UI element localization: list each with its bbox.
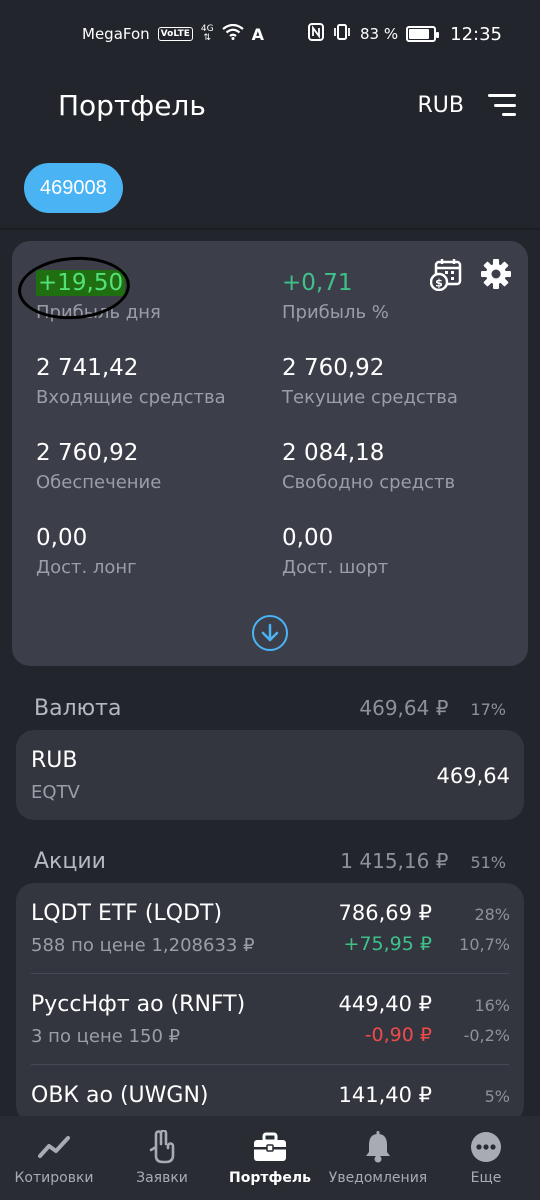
profit-pct-value: +0,71 [282,270,353,296]
section-sum-currency: 469,64 ₽ [359,696,449,720]
metric-short: 0,00 Дост. шорт [282,525,522,578]
battery-icon [406,26,440,42]
portfolio-summary-card: $ +19,50 Прибыль дня +0,71 Прибыль % 2 7… [12,241,528,666]
position-change: +75,95 ₽ [343,933,432,955]
network-indicator: 4G ⇅ [201,25,214,43]
position-price: 141,40 ₽ [338,1083,432,1107]
status-bar: MegaFon VoLTE 4G ⇅ A 83 % 12:35 [0,0,540,68]
nfc-icon [308,23,325,45]
header-divider [0,228,540,230]
position-share-change: -0,2% [463,1026,510,1045]
clock: 12:35 [450,23,502,45]
nav-label: Еще [470,1170,502,1186]
battery-percent: 83 % [360,25,399,43]
filter-sort-icon[interactable] [488,94,516,116]
account-chip[interactable]: 469008 [24,163,123,213]
header-actions: RUB [418,93,516,118]
metric-profit-pct: +0,71 Прибыль % [282,270,522,323]
account-selector: 469008 [24,163,123,213]
position-name: ОВК ао (UWGN) [31,1083,209,1108]
chart-line-icon [37,1130,71,1164]
position-share: 16% [474,996,510,1015]
more-dots-icon [469,1130,503,1164]
position-name: LQDT ETF (LQDT) [31,901,223,926]
page-title: Портфель [58,88,206,122]
metric-free: 2 084,18 Свободно средств [282,440,522,493]
position-sub: 588 по цене 1,208633 ₽ [31,935,255,956]
metric-incoming: 2 741,42 Входящие средства [36,355,276,408]
nav-portfolio[interactable]: Портфель [216,1130,324,1186]
status-left: MegaFon VoLTE 4G ⇅ A [82,23,264,44]
bottom-navigation: Котировки Заявки Портфель Уведомления Ещ… [0,1116,540,1200]
vibrate-icon [332,24,352,44]
day-profit-value: +19,50 [36,270,126,296]
status-right: 83 % 12:35 [308,23,502,45]
briefcase-icon [253,1130,287,1164]
position-price: 449,40 ₽ [338,992,432,1016]
nav-label: Портфель [229,1170,311,1186]
metric-current: 2 760,92 Текущие средства [282,355,522,408]
section-pct-currency: 17% [470,700,506,719]
section-sum-stocks: 1 415,16 ₽ [340,849,449,873]
hand-icon [145,1130,179,1164]
position-name: RUB [31,748,78,773]
currency-selector[interactable]: RUB [418,93,464,118]
stocks-list: LQDT ETF (LQDT) 588 по цене 1,208633 ₽ 7… [16,883,524,1123]
nav-label: Заявки [136,1170,188,1186]
current-label: Текущие средства [282,387,458,408]
position-sub: 3 по цене 150 ₽ [31,1026,181,1047]
short-label: Дост. шорт [282,557,389,578]
wifi-icon [221,23,244,44]
section-title-stocks: Акции [34,848,106,874]
section-header-stocks[interactable]: Акции 1 415,16 ₽ 51% [0,841,540,881]
metric-long: 0,00 Дост. лонг [36,525,276,578]
table-row[interactable]: РуссНфт ао (RNFT) 3 по цене 150 ₽ 449,40… [16,974,524,1064]
profit-pct-label: Прибыль % [282,302,389,323]
nav-more[interactable]: Еще [432,1130,540,1186]
long-label: Дост. лонг [36,557,137,578]
position-share-change: 10,7% [459,935,510,954]
collateral-value: 2 760,92 [36,440,139,466]
incoming-value: 2 741,42 [36,355,139,381]
free-label: Свободно средств [282,472,456,493]
day-profit-label: Прибыль дня [36,302,161,323]
list-item[interactable]: RUB EQTV 469,64 [16,730,524,820]
position-share: 5% [484,1087,510,1106]
app-a-icon: A [251,24,264,44]
app-header: Портфель RUB [0,70,540,140]
position-price: 786,69 ₽ [338,901,432,925]
nav-label: Уведомления [328,1170,428,1186]
data-arrows-icon: ⇅ [203,33,211,43]
nav-orders[interactable]: Заявки [108,1130,216,1186]
position-share: 28% [474,905,510,924]
collateral-label: Обеспечение [36,472,162,493]
section-title-currency: Валюта [34,695,122,721]
position-sub: EQTV [31,782,80,803]
table-row[interactable]: LQDT ETF (LQDT) 588 по цене 1,208633 ₽ 7… [16,883,524,973]
incoming-label: Входящие средства [36,387,226,408]
short-value: 0,00 [282,525,334,551]
nav-notifications[interactable]: Уведомления [324,1130,432,1186]
position-change: -0,90 ₽ [364,1024,432,1046]
position-name: РуссНфт ао (RNFT) [31,992,246,1017]
battery-fill [409,29,430,39]
carrier-name: MegaFon [82,25,150,43]
long-value: 0,00 [36,525,88,551]
position-value: 469,64 [436,764,510,788]
currency-list: RUB EQTV 469,64 [16,730,524,820]
expand-summary-button[interactable] [252,615,288,651]
volte-badge: VoLTE [157,27,193,41]
metric-day-profit: +19,50 Прибыль дня [36,270,276,323]
nav-quotes[interactable]: Котировки [0,1130,108,1186]
metric-collateral: 2 760,92 Обеспечение [36,440,276,493]
section-header-currency[interactable]: Валюта 469,64 ₽ 17% [0,688,540,728]
bell-icon [361,1130,395,1164]
current-value: 2 760,92 [282,355,385,381]
arrow-down-icon [261,623,279,642]
free-value: 2 084,18 [282,440,385,466]
section-pct-stocks: 51% [470,853,506,872]
nav-label: Котировки [14,1170,94,1186]
